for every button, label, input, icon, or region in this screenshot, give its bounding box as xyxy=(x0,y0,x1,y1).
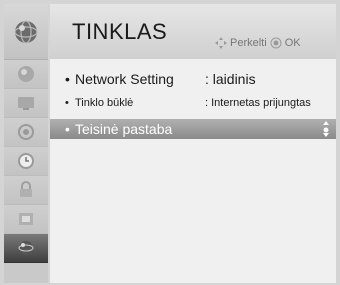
sidebar xyxy=(4,4,48,283)
menu-item-label: Network Setting xyxy=(75,71,174,87)
menu-item-value: : laidinis xyxy=(205,71,256,87)
sidebar-item-screen[interactable] xyxy=(4,89,48,118)
ok-button-icon xyxy=(270,37,282,49)
menu-item-network-status[interactable]: • Tinklo būklė : Internetas prijungtas xyxy=(50,93,336,113)
bullet: • xyxy=(65,71,70,87)
lock-icon xyxy=(20,181,32,197)
clock-icon xyxy=(18,153,34,169)
menu-item-network-setting[interactable]: • Network Setting : laidinis xyxy=(50,69,336,89)
option-icon xyxy=(19,213,33,225)
key-hint: Perkelti OK xyxy=(215,37,301,49)
header: TINKLAS Perkelti OK xyxy=(50,4,336,59)
sidebar-item-option[interactable] xyxy=(4,205,48,234)
network-globe-icon xyxy=(14,19,38,44)
sidebar-item-picture[interactable] xyxy=(4,60,48,89)
settings-window: TINKLAS Perkelti OK • Network Setting : … xyxy=(0,0,340,285)
picture-icon xyxy=(18,66,34,82)
sidebar-item-audio[interactable] xyxy=(4,118,48,147)
menu-item-value: : Internetas prijungtas xyxy=(205,97,311,109)
page-title: TINKLAS xyxy=(72,19,168,44)
menu-item-label: Teisinė pastaba xyxy=(75,121,173,137)
hint-move-label: Perkelti xyxy=(230,37,267,49)
sidebar-item-lock[interactable] xyxy=(4,176,48,205)
navigation-arrows-icon xyxy=(215,37,227,49)
hint-ok-label: OK xyxy=(284,37,301,49)
audio-icon xyxy=(18,124,34,140)
sidebar-menu xyxy=(4,60,48,263)
bullet: • xyxy=(65,121,70,137)
menu-panel: • Network Setting : laidinis • Tinklo bū… xyxy=(50,59,336,283)
main-menu-logo xyxy=(4,4,48,60)
menu-item-legal-notice[interactable]: • Teisinė pastaba xyxy=(50,119,336,139)
menu-item-label: Tinklo būklė xyxy=(75,97,134,109)
sidebar-item-network[interactable] xyxy=(4,234,48,263)
sidebar-item-time[interactable] xyxy=(4,147,48,176)
bullet: • xyxy=(65,97,69,109)
screen-icon xyxy=(18,97,34,110)
network-icon xyxy=(18,241,34,255)
up-down-arrow-icon xyxy=(323,121,329,137)
